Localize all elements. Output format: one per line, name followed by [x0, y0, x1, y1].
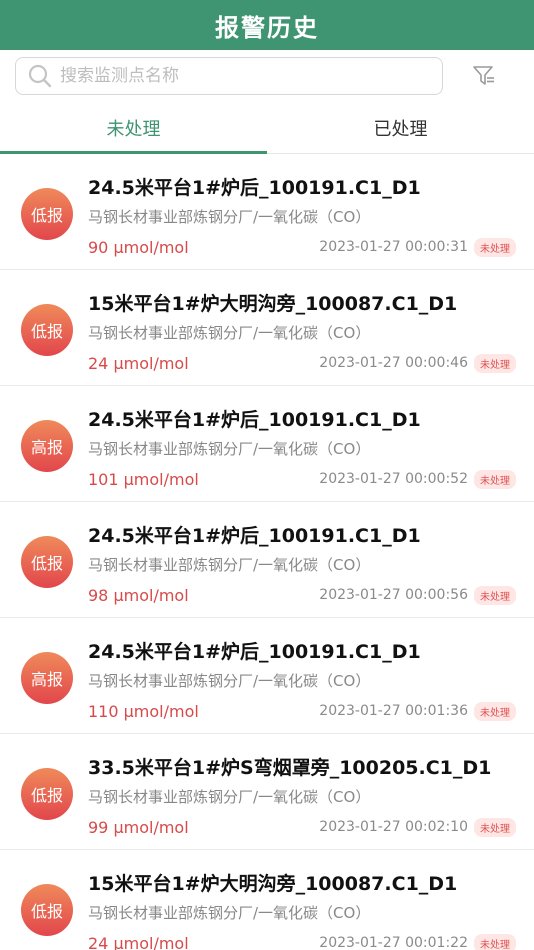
- alarm-level-badge: 低报: [21, 188, 73, 240]
- alarm-level-badge: 低报: [21, 304, 73, 356]
- alarm-list: 低报 24.5米平台1#炉后_100191.C1_D1 马钢长材事业部炼钢分厂/…: [0, 154, 534, 950]
- alarm-item[interactable]: 低报 15米平台1#炉大明沟旁_100087.C1_D1 马钢长材事业部炼钢分厂…: [0, 270, 534, 386]
- alarm-title: 24.5米平台1#炉后_100191.C1_D1: [88, 409, 421, 431]
- alarm-title: 24.5米平台1#炉后_100191.C1_D1: [88, 177, 421, 199]
- alarm-subtitle: 马钢长材事业部炼钢分厂/一氧化碳（CO）: [88, 672, 371, 690]
- filter-button[interactable]: [471, 63, 497, 89]
- alarm-item[interactable]: 高报 24.5米平台1#炉后_100191.C1_D1 马钢长材事业部炼钢分厂/…: [0, 386, 534, 502]
- alarm-item[interactable]: 低报 15米平台1#炉大明沟旁_100087.C1_D1 马钢长材事业部炼钢分厂…: [0, 850, 534, 950]
- alarm-time: 2023-01-27 00:00:31: [319, 239, 468, 255]
- alarm-title: 15米平台1#炉大明沟旁_100087.C1_D1: [88, 873, 458, 895]
- alarm-subtitle: 马钢长材事业部炼钢分厂/一氧化碳（CO）: [88, 440, 371, 458]
- status-badge: 未处理: [474, 585, 516, 605]
- alarm-level-badge: 低报: [21, 536, 73, 588]
- status-badge: 未处理: [474, 933, 516, 950]
- alarm-subtitle: 马钢长材事业部炼钢分厂/一氧化碳（CO）: [88, 208, 371, 226]
- filter-icon: [473, 66, 494, 85]
- alarm-time: 2023-01-27 00:01:36: [319, 703, 468, 719]
- alarm-level-badge: 高报: [21, 420, 73, 472]
- search-icon: [28, 64, 52, 88]
- search-row: [0, 50, 534, 102]
- alarm-level-badge: 高报: [21, 652, 73, 704]
- tab-unprocessed[interactable]: 未处理: [0, 102, 267, 154]
- alarm-item[interactable]: 低报 24.5米平台1#炉后_100191.C1_D1 马钢长材事业部炼钢分厂/…: [0, 502, 534, 618]
- alarm-time: 2023-01-27 00:00:46: [319, 355, 468, 371]
- alarm-title: 24.5米平台1#炉后_100191.C1_D1: [88, 641, 421, 663]
- tab-processed[interactable]: 已处理: [267, 102, 534, 153]
- alarm-time: 2023-01-27 00:00:56: [319, 587, 468, 603]
- alarm-title: 33.5米平台1#炉S弯烟罩旁_100205.C1_D1: [88, 757, 492, 779]
- tab-label: 已处理: [373, 118, 428, 140]
- alarm-level-badge: 低报: [21, 884, 73, 936]
- status-badge: 未处理: [474, 237, 516, 257]
- alarm-value: 101 μmol/mol: [88, 469, 199, 489]
- tab-label: 未处理: [106, 118, 161, 140]
- status-badge: 未处理: [474, 817, 516, 837]
- alarm-value: 99 μmol/mol: [88, 817, 189, 837]
- alarm-value: 24 μmol/mol: [88, 933, 189, 950]
- alarm-time: 2023-01-27 00:02:10: [319, 819, 468, 835]
- alarm-time: 2023-01-27 00:01:22: [319, 935, 468, 950]
- alarm-value: 90 μmol/mol: [88, 237, 189, 257]
- alarm-subtitle: 马钢长材事业部炼钢分厂/一氧化碳（CO）: [88, 324, 371, 342]
- status-badge: 未处理: [474, 701, 516, 721]
- status-badge: 未处理: [474, 469, 516, 489]
- alarm-value: 24 μmol/mol: [88, 353, 189, 373]
- alarm-value: 98 μmol/mol: [88, 585, 189, 605]
- status-badge: 未处理: [474, 353, 516, 373]
- alarm-time: 2023-01-27 00:00:52: [319, 471, 468, 487]
- alarm-level-badge: 低报: [21, 768, 73, 820]
- alarm-subtitle: 马钢长材事业部炼钢分厂/一氧化碳（CO）: [88, 788, 371, 806]
- search-box[interactable]: [15, 57, 443, 95]
- tab-bar: 未处理 已处理: [0, 102, 534, 154]
- alarm-value: 110 μmol/mol: [88, 701, 199, 721]
- alarm-item[interactable]: 低报 33.5米平台1#炉S弯烟罩旁_100205.C1_D1 马钢长材事业部炼…: [0, 734, 534, 850]
- search-input[interactable]: [60, 66, 400, 86]
- alarm-subtitle: 马钢长材事业部炼钢分厂/一氧化碳（CO）: [88, 904, 371, 922]
- alarm-item[interactable]: 高报 24.5米平台1#炉后_100191.C1_D1 马钢长材事业部炼钢分厂/…: [0, 618, 534, 734]
- alarm-title: 15米平台1#炉大明沟旁_100087.C1_D1: [88, 293, 458, 315]
- alarm-title: 24.5米平台1#炉后_100191.C1_D1: [88, 525, 421, 547]
- alarm-subtitle: 马钢长材事业部炼钢分厂/一氧化碳（CO）: [88, 556, 371, 574]
- app-header: 报警历史: [0, 0, 534, 50]
- alarm-item[interactable]: 低报 24.5米平台1#炉后_100191.C1_D1 马钢长材事业部炼钢分厂/…: [0, 154, 534, 270]
- page-title: 报警历史: [215, 13, 319, 42]
